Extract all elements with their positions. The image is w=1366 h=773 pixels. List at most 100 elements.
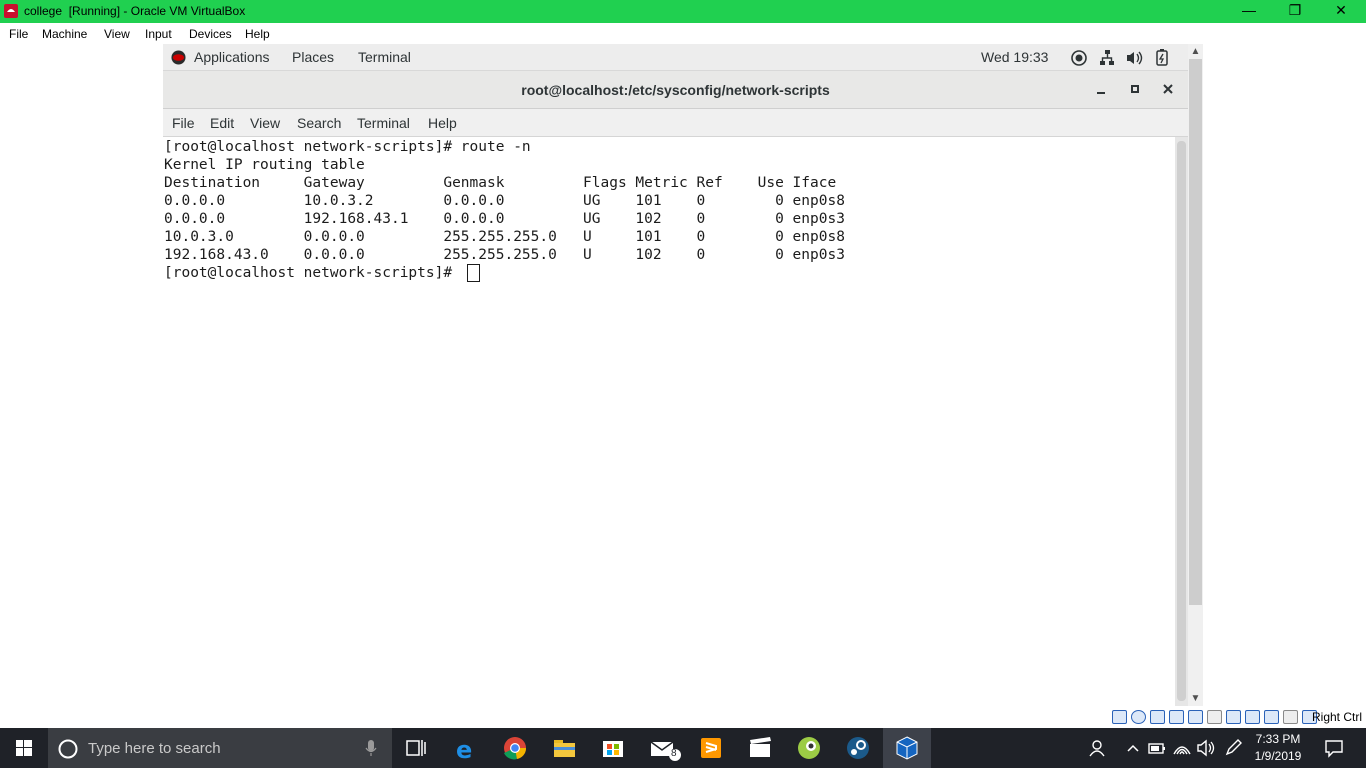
minimize-button[interactable]: — <box>1226 0 1272 23</box>
applications-menu[interactable]: Applications <box>194 49 270 65</box>
menu-view[interactable]: View <box>104 27 130 41</box>
network-adapters-icon[interactable] <box>1169 710 1184 724</box>
volume-icon[interactable] <box>1126 50 1143 66</box>
wifi-icon[interactable] <box>1172 738 1192 758</box>
vmware-taskbar-button[interactable] <box>785 728 833 768</box>
folder-icon <box>554 740 575 757</box>
shared-folders-icon[interactable] <box>1207 710 1222 724</box>
mouse-integration-icon[interactable] <box>1283 710 1298 724</box>
menu-input[interactable]: Input <box>145 27 172 41</box>
audio-icon[interactable] <box>1150 710 1165 724</box>
battery-tray-icon[interactable] <box>1147 738 1167 758</box>
edge-taskbar-button[interactable]: e <box>442 728 490 768</box>
terminal-menu-edit[interactable]: Edit <box>210 115 234 131</box>
sublime-text-icon <box>701 738 721 758</box>
scroll-up-button[interactable]: ▲ <box>1188 44 1203 59</box>
mail-icon <box>650 741 681 761</box>
terminal-line: Kernel IP routing table <box>164 157 365 173</box>
task-view-button[interactable] <box>392 728 440 768</box>
search-placeholder: Type here to search <box>88 740 221 757</box>
terminal-menu-bar: File Edit View Search Terminal Help <box>163 109 1188 137</box>
menu-file[interactable]: File <box>9 27 28 41</box>
terminal-menu-help[interactable]: Help <box>428 115 457 131</box>
chrome-icon <box>504 737 527 760</box>
menu-devices[interactable]: Devices <box>189 27 232 41</box>
hard-disk-icon[interactable] <box>1112 710 1127 724</box>
cpu-icon[interactable] <box>1264 710 1279 724</box>
clock-time: 7:33 PM <box>1255 732 1301 746</box>
store-icon <box>603 741 623 757</box>
terminal-scrollbar[interactable] <box>1175 137 1188 706</box>
terminal-line: 10.0.3.0 0.0.0.0 255.255.255.0 U 101 0 0… <box>164 229 845 245</box>
network-icon[interactable] <box>1099 49 1115 66</box>
terminal-line: 0.0.0.0 10.0.3.2 0.0.0.0 UG 101 0 0 enp0… <box>164 193 845 209</box>
taskbar-search-box[interactable]: Type here to search <box>48 728 392 768</box>
battery-icon[interactable] <box>1156 49 1168 66</box>
host-scrollbar[interactable]: ▲ ▼ <box>1188 44 1203 706</box>
window-title: college [Running] - Oracle VM VirtualBox <box>24 4 246 18</box>
movies-taskbar-button[interactable] <box>736 728 784 768</box>
start-button[interactable] <box>0 728 48 768</box>
terminal-close-button[interactable] <box>1158 79 1178 99</box>
terminal-title-bar: root@localhost:/etc/sysconfig/network-sc… <box>163 71 1188 109</box>
steam-taskbar-button[interactable] <box>834 728 882 768</box>
places-menu[interactable]: Places <box>292 49 334 65</box>
taskbar-clock[interactable]: 7:33 PM 1/9/2019 <box>1248 731 1308 765</box>
gnome-top-bar: Applications Places Terminal Wed 19:33 <box>163 44 1188 71</box>
microphone-icon[interactable] <box>365 739 377 757</box>
pen-workspace-icon[interactable] <box>1223 738 1243 758</box>
terminal-menu-view[interactable]: View <box>250 115 280 131</box>
vbox-menu-bar: File Machine View Input Devices Help <box>0 23 1366 44</box>
menu-machine[interactable]: Machine <box>42 27 87 41</box>
video-capture-icon[interactable] <box>1245 710 1260 724</box>
terminal-menu-search[interactable]: Search <box>297 115 341 131</box>
minimize-icon <box>1097 92 1105 94</box>
virtualbox-taskbar-button[interactable] <box>883 728 931 768</box>
usb-icon[interactable] <box>1188 710 1203 724</box>
terminal-line: 0.0.0.0 192.168.43.1 0.0.0.0 UG 102 0 0 … <box>164 211 845 227</box>
terminal-title: root@localhost:/etc/sysconfig/network-sc… <box>521 82 830 98</box>
close-button[interactable]: ✕ <box>1318 0 1364 23</box>
vbox-title-bar: college [Running] - Oracle VM VirtualBox… <box>0 0 1366 23</box>
terminal-app-menu[interactable]: Terminal <box>358 49 411 65</box>
terminal-scrollbar-thumb[interactable] <box>1177 141 1186 701</box>
menu-help[interactable]: Help <box>245 27 270 41</box>
svg-text:e: e <box>456 736 472 764</box>
chrome-taskbar-button[interactable] <box>491 728 539 768</box>
film-clapper-icon <box>750 737 771 757</box>
edge-icon: e <box>456 736 472 764</box>
speaker-icon[interactable] <box>1196 738 1216 758</box>
host-scrollbar-thumb[interactable] <box>1189 59 1202 605</box>
terminal-menu-terminal[interactable]: Terminal <box>357 115 410 131</box>
sublime-taskbar-button[interactable] <box>687 728 735 768</box>
virtualbox-icon <box>896 736 918 760</box>
terminal-line: Destination Gateway Genmask Flags Metric… <box>164 175 837 191</box>
accessibility-icon[interactable] <box>1071 50 1087 66</box>
maximize-icon <box>1131 85 1139 93</box>
terminal-menu-file[interactable]: File <box>172 115 195 131</box>
terminal-prompt: [root@localhost network-scripts]# <box>164 265 461 281</box>
terminal-output[interactable]: [root@localhost network-scripts]# route … <box>163 137 1175 706</box>
scroll-down-button[interactable]: ▼ <box>1188 691 1203 706</box>
task-view-icon <box>406 740 426 756</box>
terminal-cursor <box>467 264 480 282</box>
host-key-label: Right Ctrl <box>1311 710 1362 724</box>
people-icon[interactable] <box>1088 738 1108 758</box>
mail-taskbar-button[interactable]: 8 <box>638 728 686 768</box>
show-hidden-icons-chevron-icon[interactable] <box>1123 738 1143 758</box>
terminal-line: [root@localhost network-scripts]# route … <box>164 139 531 155</box>
display-icon[interactable] <box>1226 710 1241 724</box>
terminal-minimize-button[interactable] <box>1091 79 1111 99</box>
file-explorer-taskbar-button[interactable] <box>540 728 588 768</box>
restore-button[interactable]: ❐ <box>1272 0 1318 23</box>
store-taskbar-button[interactable] <box>589 728 637 768</box>
optical-drive-icon[interactable] <box>1131 710 1146 724</box>
clock[interactable]: Wed 19:33 <box>981 49 1048 65</box>
cortana-icon <box>58 739 78 759</box>
redhat-logo-icon <box>171 50 186 65</box>
terminal-maximize-button[interactable] <box>1125 79 1145 99</box>
close-icon <box>1163 84 1173 94</box>
action-center-icon[interactable] <box>1323 737 1345 759</box>
mail-badge: 8 <box>671 748 677 759</box>
terminal-line: 192.168.43.0 0.0.0.0 255.255.255.0 U 102… <box>164 247 845 263</box>
